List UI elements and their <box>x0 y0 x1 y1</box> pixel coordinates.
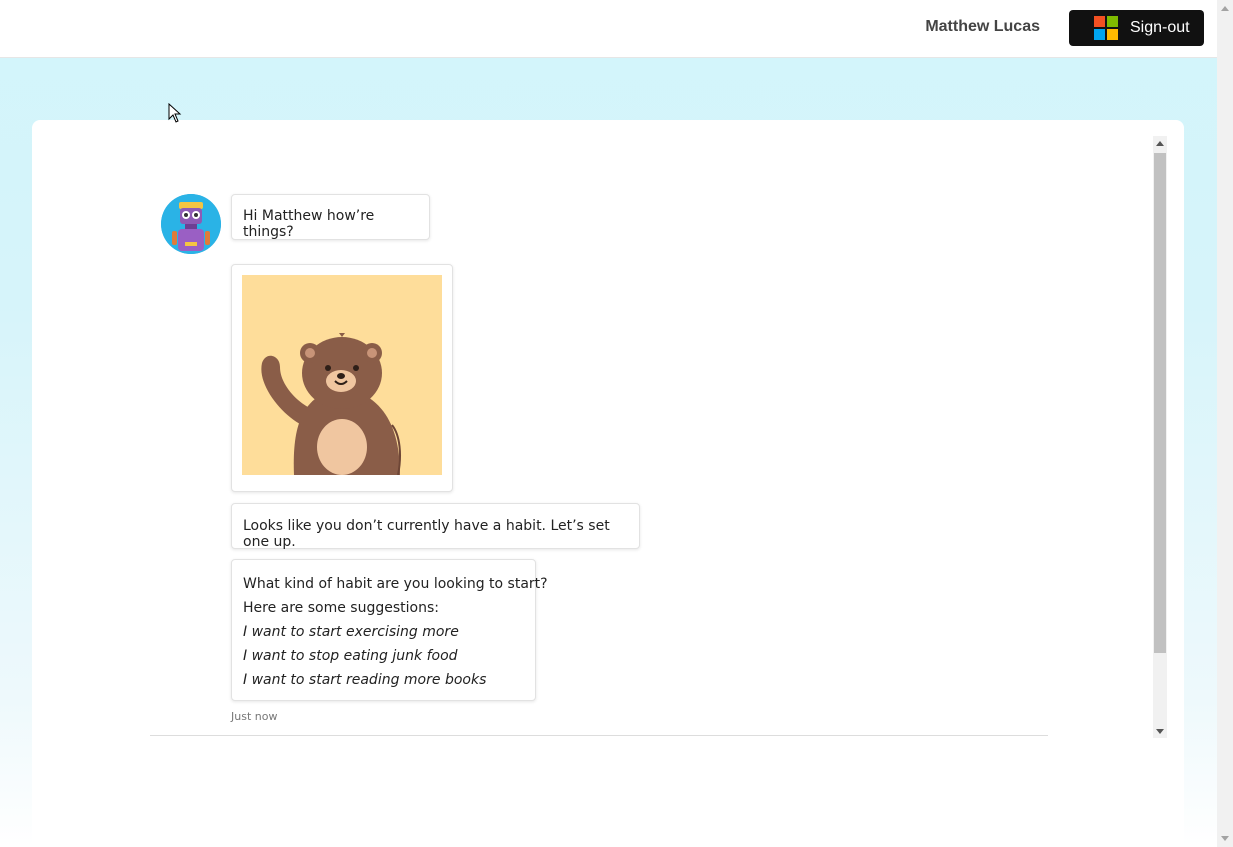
message-line: What kind of habit are you looking to st… <box>243 576 548 592</box>
chat-divider <box>150 735 1048 736</box>
sign-out-label: Sign-out <box>1130 19 1190 36</box>
scroll-up-icon[interactable] <box>1221 6 1229 11</box>
suggestion-reading[interactable]: I want to start reading more books <box>243 668 524 692</box>
message-timestamp: Just now <box>231 710 278 723</box>
message-text: Looks like you don’t currently have a ha… <box>243 518 610 550</box>
mouse-pointer-icon <box>168 102 182 128</box>
scroll-down-icon[interactable] <box>1156 729 1164 734</box>
message-bubble: Looks like you don’t currently have a ha… <box>231 503 640 550</box>
sign-out-button[interactable]: Sign-out <box>1069 10 1204 46</box>
user-name: Matthew Lucas <box>925 18 1040 35</box>
chat-panel: Hi Matthew how’re things? Looks like you… <box>32 120 1184 847</box>
suggestion-junk-food[interactable]: I want to stop eating junk food <box>243 644 524 668</box>
waving-bear-image <box>242 275 442 476</box>
message-bubble-image <box>231 264 453 492</box>
scroll-up-icon[interactable] <box>1156 141 1164 146</box>
page: Matthew Lucas Sign-out Hi Matthew how’re… <box>0 0 1233 847</box>
scroll-thumb[interactable] <box>1154 153 1166 653</box>
microsoft-logo-icon <box>1094 16 1118 40</box>
top-bar: Matthew Lucas Sign-out <box>0 0 1217 58</box>
bot-avatar-icon <box>161 194 221 254</box>
message-bubble: Hi Matthew how’re things? <box>231 194 430 240</box>
message-text: Hi Matthew how’re things? <box>243 208 375 240</box>
message-line: Here are some suggestions: <box>243 600 439 616</box>
page-scrollbar[interactable] <box>1217 0 1233 847</box>
message-bubble-suggestions: What kind of habit are you looking to st… <box>231 559 548 701</box>
suggestion-exercising[interactable]: I want to start exercising more <box>243 620 524 644</box>
scroll-down-icon[interactable] <box>1221 836 1229 841</box>
chat-scrollbar[interactable] <box>1153 136 1167 738</box>
